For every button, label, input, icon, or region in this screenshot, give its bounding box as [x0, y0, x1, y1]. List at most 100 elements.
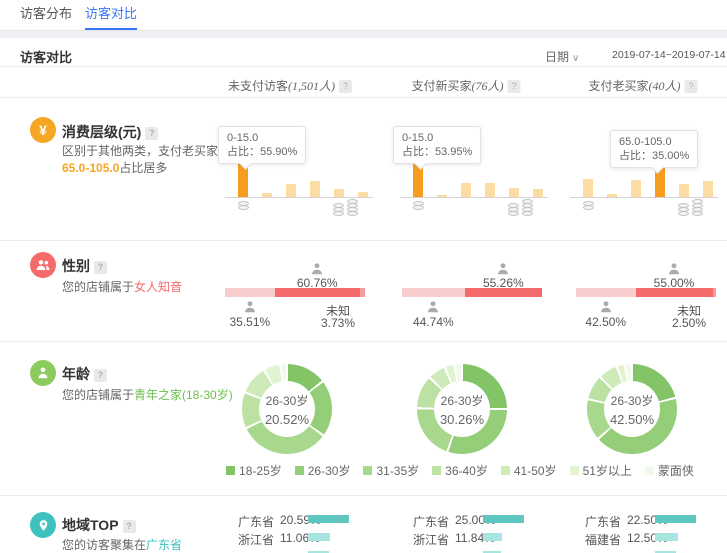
consumption-desc-line1: 区别于其他两类，支付老买家中	[62, 142, 230, 159]
legend-item[interactable]: 26-30岁	[295, 462, 351, 479]
bar[interactable]	[679, 184, 689, 197]
help-icon[interactable]: ?	[685, 80, 698, 93]
bar[interactable]	[485, 183, 495, 197]
female-icon	[310, 262, 324, 276]
coins-group-icon	[678, 200, 703, 216]
legend-item[interactable]: 18-25岁	[226, 462, 282, 479]
female-percent: 55.26%	[483, 276, 524, 290]
panel-title: 访客对比	[20, 47, 72, 66]
bar[interactable]	[286, 184, 296, 197]
legend-item[interactable]: 51岁以上	[570, 462, 632, 479]
age-donut-new-buyers: 26-30岁 30.26%	[417, 364, 507, 454]
visitor-compare-page: 访客分布 访客对比 访客对比 日期∨ 2019-07-14~2019-07-14…	[0, 0, 727, 553]
bar[interactable]	[533, 189, 543, 197]
coin	[333, 211, 344, 216]
bar[interactable]	[358, 192, 368, 197]
region-name: 广东省	[238, 513, 274, 530]
region-bar	[483, 515, 524, 523]
legend-item[interactable]: 36-40岁	[432, 462, 488, 479]
age-desc: 您的店铺属于青年之家(18-30岁)	[62, 386, 233, 403]
bar[interactable]	[583, 179, 593, 197]
bar[interactable]	[334, 189, 344, 197]
legend-swatch	[432, 466, 441, 475]
male-segment[interactable]	[576, 288, 636, 297]
donut-center-label: 26-30岁	[441, 392, 484, 409]
region-title: 地域TOP?	[62, 515, 136, 535]
male-percent: 44.74%	[413, 315, 454, 329]
top-tabbar: 访客分布 访客对比	[0, 0, 727, 31]
unknown-segment[interactable]	[713, 288, 717, 297]
yuan-glyph: ¥	[39, 122, 47, 138]
bar[interactable]	[461, 183, 471, 197]
female-percent: 60.76%	[297, 276, 338, 290]
legend-swatch	[363, 466, 372, 475]
consumption-range-highlight: 65.0-105.0	[62, 161, 119, 175]
male-segment[interactable]	[402, 288, 465, 297]
bar[interactable]	[631, 180, 641, 197]
region-name: 福建省	[585, 531, 621, 548]
gender-title: 性别?	[62, 256, 107, 276]
coin	[583, 205, 594, 210]
age-donut-old-buyers: 26-30岁42.50%	[587, 364, 677, 454]
region-bar	[308, 515, 349, 523]
bar[interactable]	[310, 181, 320, 197]
coin-stack-icon	[238, 202, 249, 210]
help-icon[interactable]: ?	[508, 80, 521, 93]
coin-stack-icon	[692, 200, 703, 216]
unknown-segment[interactable]	[360, 288, 365, 297]
bar[interactable]	[509, 188, 519, 197]
coin	[508, 211, 519, 216]
tooltip-range: 65.0-105.0	[619, 135, 689, 149]
date-type-dropdown[interactable]: 日期∨	[545, 48, 579, 65]
age-title: 年龄?	[62, 364, 107, 384]
gender-desc-prefix: 您的店铺属于	[62, 280, 134, 294]
column-header-unpaid: 未支付访客(1,501人)?	[228, 77, 352, 94]
legend-label: 蒙面侠	[658, 462, 694, 479]
help-icon[interactable]: ?	[145, 127, 158, 140]
legend-item[interactable]: 41-50岁	[501, 462, 557, 479]
help-icon[interactable]: ?	[94, 261, 107, 274]
chart-tooltip: 65.0-105.0占比：35.00%	[610, 130, 698, 168]
legend-item[interactable]: 31-35岁	[363, 462, 419, 479]
help-icon[interactable]: ?	[339, 80, 352, 93]
coin	[238, 205, 249, 210]
region-name: 浙江省	[238, 531, 274, 548]
bar[interactable]	[607, 194, 617, 197]
yuan-icon: ¥	[30, 117, 56, 143]
legend-item[interactable]: 蒙面侠	[645, 462, 694, 479]
help-icon[interactable]: ?	[94, 369, 107, 382]
bar[interactable]	[703, 181, 713, 197]
donut-center-value: 42.50%	[610, 412, 654, 427]
region-name: 广东省	[413, 513, 449, 530]
donut-center: 26-30岁42.50%	[604, 381, 660, 437]
donut-center-value: 30.26%	[440, 412, 484, 427]
divider	[0, 97, 727, 98]
chart-tooltip: 0-15.0占比：53.95%	[393, 126, 481, 164]
bar[interactable]	[262, 193, 272, 197]
coin-stack-icon	[522, 200, 533, 216]
chart-tooltip: 0-15.0占比：55.90%	[218, 126, 306, 164]
date-range-picker[interactable]: 2019-07-14~2019-07-14	[612, 49, 726, 61]
tab-visitor-comparison[interactable]: 访客对比	[85, 0, 137, 30]
legend-swatch	[645, 466, 654, 475]
gender-desc: 您的店铺属于女人知音	[62, 278, 182, 295]
legend-label: 18-25岁	[239, 462, 282, 479]
legend-label: 31-35岁	[376, 462, 419, 479]
coin	[347, 211, 358, 216]
bar[interactable]	[437, 195, 447, 197]
male-segment[interactable]	[225, 288, 275, 297]
region-bar	[655, 533, 678, 541]
gender-bar	[225, 288, 365, 297]
age-desc-highlight: 青年之家(18-30岁)	[134, 388, 233, 402]
tab-visitor-distribution[interactable]: 访客分布	[20, 0, 72, 28]
column-title: 支付新买家	[411, 79, 471, 93]
tooltip-range: 0-15.0	[402, 131, 472, 145]
help-icon[interactable]: ?	[123, 520, 136, 533]
gender-people-icon	[30, 252, 56, 278]
region-list-unpaid: 广东省20.59%浙江省11.06%	[225, 513, 385, 553]
gender-bar	[576, 288, 716, 297]
legend-swatch	[501, 466, 510, 475]
column-count: (1,501人)	[288, 79, 335, 93]
female-icon	[667, 262, 681, 276]
male-percent: 35.51%	[229, 315, 270, 329]
